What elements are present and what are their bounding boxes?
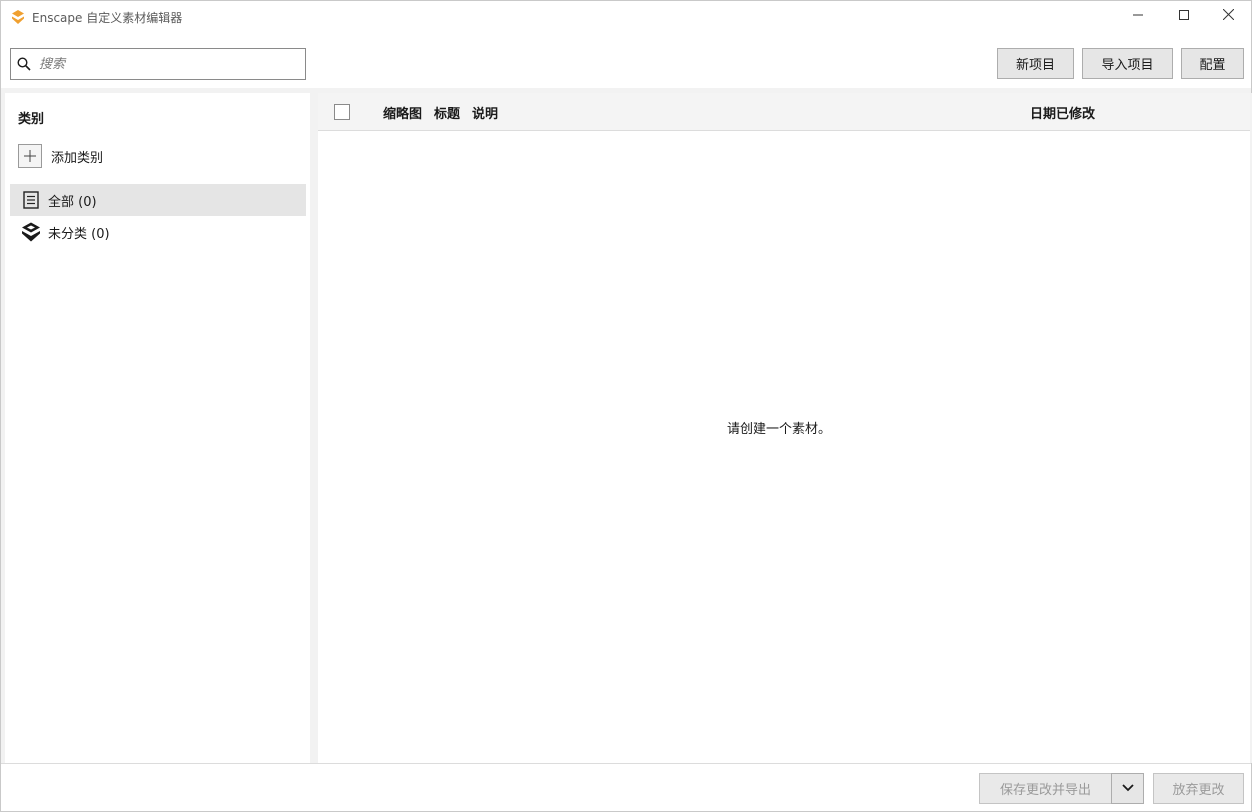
category-sidebar: 类别 添加类别 全部 (0) 未分类 (0) <box>5 93 310 763</box>
empty-state-message: 请创建一个素材。 <box>726 422 831 437</box>
save-and-export-button[interactable]: 保存更改并导出 <box>979 773 1112 804</box>
minimize-icon <box>1133 9 1143 24</box>
category-label: 全部 (0) <box>48 194 97 210</box>
maximize-icon <box>1179 9 1189 24</box>
plus-icon <box>18 144 42 168</box>
column-header-description[interactable]: 说明 <box>472 103 498 122</box>
close-button[interactable] <box>1205 1 1251 32</box>
window-title: Enscape 自定义素材编辑器 <box>32 11 183 25</box>
app-window: Enscape 自定义素材编辑器 新项目 导入项目 配置 <box>0 0 1252 812</box>
column-header-title[interactable]: 标题 <box>434 103 460 122</box>
column-header-date-modified[interactable]: 日期已修改 <box>1030 103 1095 122</box>
add-category-label: 添加类别 <box>51 150 104 166</box>
item-list-panel: 缩略图 标题 说明 日期已修改 请创建一个素材。 <box>318 93 1250 763</box>
export-options-dropdown[interactable] <box>1111 773 1144 804</box>
new-item-button[interactable]: 新项目 <box>997 48 1074 79</box>
search-input[interactable] <box>39 53 299 75</box>
config-button[interactable]: 配置 <box>1181 48 1244 79</box>
sidebar-title: 类别 <box>18 112 45 127</box>
maximize-button[interactable] <box>1161 1 1207 32</box>
footer-bar: 保存更改并导出 放弃更改 <box>1 763 1251 811</box>
title-bar: Enscape 自定义素材编辑器 <box>1 1 1251 32</box>
category-item-all[interactable]: 全部 (0) <box>10 184 306 216</box>
chevron-down-icon <box>1121 781 1134 796</box>
search-box[interactable] <box>10 48 306 80</box>
table-header: 缩略图 标题 说明 日期已修改 <box>318 93 1250 131</box>
minimize-button[interactable] <box>1115 1 1161 32</box>
list-icon <box>20 189 42 211</box>
import-item-button[interactable]: 导入项目 <box>1082 48 1173 79</box>
select-all-checkbox[interactable] <box>334 104 350 120</box>
discard-changes-button[interactable]: 放弃更改 <box>1153 773 1244 804</box>
close-icon <box>1222 8 1234 24</box>
search-icon <box>17 57 31 71</box>
column-header-thumbnail[interactable]: 缩略图 <box>383 103 422 122</box>
enscape-logo-icon <box>10 9 26 25</box>
toolbar: 新项目 导入项目 配置 <box>1 32 1251 88</box>
add-category-button[interactable]: 添加类别 <box>18 144 103 168</box>
enscape-logo-icon <box>20 221 42 243</box>
category-item-uncategorized[interactable]: 未分类 (0) <box>10 216 306 248</box>
category-label: 未分类 (0) <box>48 226 110 242</box>
